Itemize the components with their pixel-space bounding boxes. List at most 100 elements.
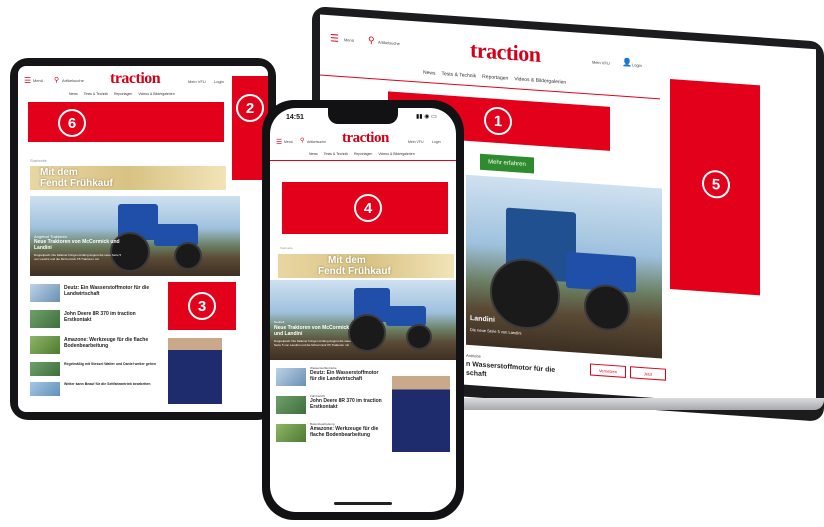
list-thumb <box>276 424 306 442</box>
tablet-breadcrumb[interactable]: Startseite <box>30 158 47 163</box>
list-title[interactable]: Amazone: Werkzeuge für die flache Bodenb… <box>64 337 164 349</box>
list-title[interactable]: John Deere 8R 370 im traction Erstkontak… <box>64 311 164 323</box>
phone-login-label[interactable]: Login <box>432 140 441 144</box>
tablet-nav-tests[interactable]: Tests & Technik <box>84 92 108 96</box>
list-thumb <box>30 310 60 328</box>
nav-item-reportagen[interactable]: Reportagen <box>482 74 508 82</box>
list-item[interactable]: Weiter kann Beauf für die Seltfahrantrie… <box>30 382 166 400</box>
list-thumb <box>30 336 60 354</box>
tablet-sidebar-ad-image[interactable] <box>168 338 222 404</box>
phone-hero-kicker: Neuheit <box>274 320 285 324</box>
phone-nav: News Tests & Technik Reportagen Videos &… <box>306 152 418 156</box>
phone-nav-reportagen[interactable]: Reportagen <box>354 152 372 156</box>
list-thumb <box>30 284 60 302</box>
nav-item-tests[interactable]: Tests & Technik <box>442 71 477 79</box>
laptop-article-title-2[interactable]: schaft <box>466 370 487 378</box>
nav-item-videos[interactable]: Videos & Bildergalerien <box>514 76 566 86</box>
phone-notch <box>328 108 398 124</box>
tablet-promo-banner[interactable]: Mit dem Fendt Frühkauf <box>30 166 226 190</box>
menu-icon[interactable]: ☰ <box>330 33 339 45</box>
status-icons: ▮▮ ◉ ▭ <box>416 114 437 120</box>
phone-breadcrumb[interactable]: Startseite <box>280 246 293 250</box>
user-icon[interactable]: 👤 <box>622 58 632 68</box>
phone-hero-title[interactable]: Neue Traktoren von McCormick und Landini <box>274 325 354 337</box>
tablet-banner-line1: Mit dem <box>40 167 78 178</box>
phone-screen: 14:51 ▮▮ ◉ ▭ ☰ Menü ⚲ Artikelsuche tract… <box>270 108 456 512</box>
phone-promo-banner[interactable]: Mit dem Fendt Frühkauf <box>278 254 454 278</box>
laptop-hero-title[interactable]: Landini <box>470 315 495 324</box>
search-icon[interactable]: ⚲ <box>368 35 375 46</box>
search-label[interactable]: Artikelsuche <box>378 40 400 47</box>
list-item[interactable]: Regelmäßig mit Stessel Walter und Daniel… <box>30 362 166 380</box>
tablet-menu-icon[interactable]: ☰ <box>24 76 31 85</box>
cta-button[interactable]: Mehr erfahren <box>480 153 534 174</box>
tablet-login-label[interactable]: Login <box>214 79 224 84</box>
list-title[interactable]: John Deere 8R 370 im traction Erstkontak… <box>310 398 386 410</box>
phone-nav-divider <box>270 160 456 161</box>
list-thumb <box>276 368 306 386</box>
list-item[interactable]: Fahrbericht John Deere 8R 370 im tractio… <box>276 394 386 418</box>
tablet-banner-line2: Fendt Frühkauf <box>40 178 113 189</box>
list-title[interactable]: Deutz: Ein Wasserstoffmotor für die Land… <box>64 285 164 297</box>
tablet-logo[interactable]: traction <box>110 70 161 88</box>
phone-logo[interactable]: traction <box>342 130 389 147</box>
account-label[interactable]: Mein VFU <box>592 60 610 66</box>
tablet-nav-videos[interactable]: Videos & Bildergalerien <box>138 92 174 96</box>
tablet-device: ☰ Menü ⚲ Artikelsuche traction Mein VFU … <box>10 58 276 420</box>
list-item[interactable]: John Deere 8R 370 im traction Erstkontak… <box>30 310 166 332</box>
tablet-nav-reportagen[interactable]: Reportagen <box>114 92 132 96</box>
phone-nav-videos[interactable]: Videos & Bildergalerien <box>378 152 414 156</box>
ad-slot-6[interactable]: 6 <box>28 102 224 142</box>
phone-hero-sub: Doppelpack: Die Italiener bringen Anfang… <box>274 339 351 347</box>
tablet-screen: ☰ Menü ⚲ Artikelsuche traction Mein VFU … <box>18 66 268 412</box>
list-thumb <box>276 396 306 414</box>
laptop-base <box>412 398 824 410</box>
menu-label[interactable]: Menü <box>344 37 354 43</box>
phone-sidebar-ad-image[interactable] <box>392 376 450 452</box>
list-item[interactable]: Deutz: Ein Wasserstoffmotor für die Land… <box>30 284 166 306</box>
tablet-tractor-rear-wheel <box>110 232 150 272</box>
list-thumb <box>30 362 60 376</box>
phone-search-icon[interactable]: ⚲ <box>300 137 304 144</box>
ad-slot-5[interactable]: 5 <box>670 79 760 296</box>
tablet-search-label[interactable]: Artikelsuche <box>62 78 84 83</box>
tablet-tractor-front-wheel <box>174 242 202 270</box>
tablet-account-label[interactable]: Mein VFU <box>188 79 206 84</box>
tablet-menu-label[interactable]: Menü <box>33 78 43 83</box>
login-label[interactable]: Login <box>632 62 642 68</box>
phone-device: 14:51 ▮▮ ◉ ▭ ☰ Menü ⚲ Artikelsuche tract… <box>262 100 464 520</box>
phone-banner-line2: Fendt Frühkauf <box>318 266 391 277</box>
marker-6: 6 <box>58 109 86 137</box>
status-time: 14:51 <box>286 114 304 121</box>
site-logo[interactable]: traction <box>470 37 541 68</box>
phone-nav-news[interactable]: News <box>309 152 318 156</box>
list-item[interactable]: Wasserstoffantriebe Deutz: Ein Wassersto… <box>276 366 386 390</box>
tablet-search-icon[interactable]: ⚲ <box>54 76 59 84</box>
tablet-hero-title[interactable]: Neue Traktoren von McCormick und Landini <box>34 239 124 251</box>
list-item[interactable]: Amazone: Werkzeuge für die flache Bodenb… <box>30 336 166 358</box>
phone-nav-tests[interactable]: Tests & Technik <box>324 152 348 156</box>
marker-4: 4 <box>354 194 382 222</box>
laptop-hero-image[interactable]: Landini Die neue Serie 5 von Landini <box>466 174 662 359</box>
phone-tractor-hood <box>386 306 426 326</box>
ad-slot-4[interactable]: 4 <box>282 182 448 234</box>
phone-menu-icon[interactable]: ☰ <box>276 138 282 146</box>
phone-account-label[interactable]: Mein VFU <box>408 140 424 144</box>
list-title[interactable]: Deutz: Ein Wasserstoffmotor für die Land… <box>310 370 386 382</box>
tablet-hero-image[interactable]: Angebot Traktoren Neue Traktoren von McC… <box>30 196 240 276</box>
list-title[interactable]: Amazone: Werkzeuge für die flache Bodenb… <box>310 426 386 438</box>
phone-tractor-front-wheel <box>406 324 432 350</box>
laptop-btn-right[interactable]: Jetzt <box>630 366 666 381</box>
ad-slot-3[interactable]: 3 <box>168 282 236 330</box>
phone-search-label[interactable]: Artikelsuche <box>307 140 326 144</box>
laptop-btn-left[interactable]: Vernetzen <box>590 363 626 378</box>
list-title[interactable]: Weiter kann Beauf für die Seltfahrantrie… <box>64 382 164 387</box>
list-item[interactable]: Bodenbearbeitung Amazone: Werkzeuge für … <box>276 422 386 446</box>
nav-item-news[interactable]: News <box>423 70 436 77</box>
laptop-header: ☰ Menü ⚲ Artikelsuche traction Mein VFU … <box>330 27 660 80</box>
marker-1: 1 <box>484 106 512 136</box>
list-title[interactable]: Regelmäßig mit Stessel Walter und Daniel… <box>64 362 164 367</box>
phone-hero-image[interactable]: Neuheit Neue Traktoren von McCormick und… <box>270 280 456 360</box>
phone-menu-label[interactable]: Menü <box>284 140 293 144</box>
tablet-nav-news[interactable]: News <box>69 92 78 96</box>
